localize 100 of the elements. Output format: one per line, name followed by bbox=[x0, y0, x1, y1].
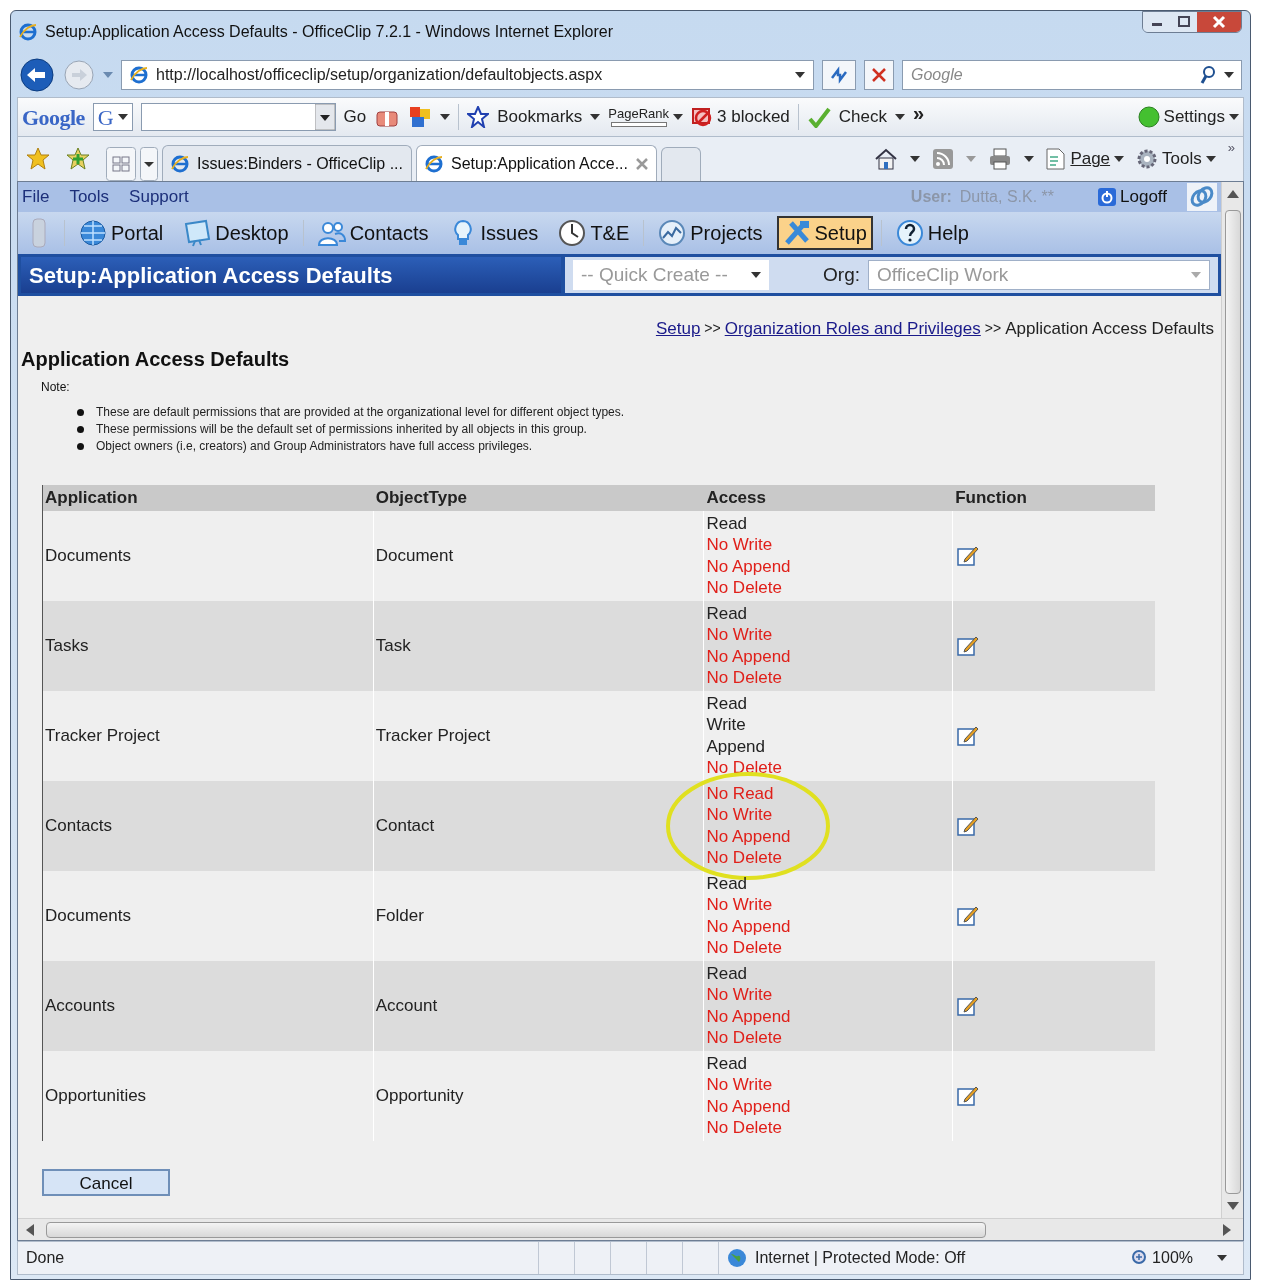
refresh-button[interactable] bbox=[822, 60, 856, 90]
nav-tab[interactable]: T&E bbox=[552, 216, 636, 250]
table-cell-text: Documents bbox=[45, 904, 131, 927]
permission-text: No Write bbox=[706, 624, 774, 646]
close-button[interactable] bbox=[1197, 12, 1241, 32]
table-cell-text: Opportunity bbox=[375, 1084, 464, 1107]
menu-item[interactable]: File bbox=[22, 184, 50, 210]
edit-icon[interactable] bbox=[957, 544, 980, 567]
nav-tab[interactable]: Setup bbox=[776, 216, 873, 250]
nav-tab[interactable]: Desktop bbox=[177, 216, 295, 250]
breadcrumb-link[interactable]: Organization Roles and Privileges bbox=[724, 316, 981, 342]
edit-icon[interactable] bbox=[957, 814, 980, 837]
permission-text: No Delete bbox=[706, 1027, 783, 1049]
caret-icon bbox=[1229, 114, 1239, 120]
edit-icon[interactable] bbox=[957, 994, 980, 1017]
caret-icon[interactable] bbox=[1217, 1255, 1227, 1261]
blocks-icon[interactable] bbox=[408, 105, 433, 129]
caret-icon[interactable] bbox=[1024, 156, 1035, 162]
permission-text: No Append bbox=[706, 1005, 792, 1027]
permission-text: Read bbox=[706, 962, 749, 984]
nav-tab[interactable]: Projects bbox=[652, 216, 769, 250]
google-menu-button[interactable]: G bbox=[92, 103, 133, 131]
add-favorite-icon[interactable] bbox=[66, 147, 90, 171]
nav-tab[interactable]: Contacts bbox=[311, 216, 435, 250]
clock-icon bbox=[558, 219, 587, 247]
print-icon[interactable] bbox=[988, 148, 1013, 170]
nav-tab[interactable]: Portal bbox=[73, 216, 170, 250]
window-title: Setup:Application Access Defaults - OfficeClip 7.2.1 - Windows Internet Explorer bbox=[45, 22, 614, 42]
tools-icon bbox=[782, 219, 811, 247]
nav-tab[interactable]: Issues bbox=[442, 216, 545, 250]
table-cell-text: Accounts bbox=[45, 994, 115, 1017]
back-button[interactable] bbox=[19, 57, 55, 93]
home-icon[interactable] bbox=[874, 148, 899, 170]
breadcrumb-link[interactable]: Setup bbox=[655, 316, 701, 342]
spell-check-button[interactable]: Check bbox=[806, 104, 905, 130]
edit-icon[interactable] bbox=[957, 904, 980, 927]
bookmarks-button[interactable]: Bookmarks bbox=[467, 104, 601, 130]
close-icon[interactable] bbox=[636, 157, 648, 170]
permission-text: Read bbox=[706, 1052, 749, 1074]
permission-text: No Write bbox=[706, 1074, 774, 1096]
menu-item[interactable]: Support bbox=[129, 184, 189, 210]
more-button[interactable]: » bbox=[913, 103, 925, 123]
search-field[interactable]: Google bbox=[902, 60, 1242, 90]
caret-icon bbox=[1205, 156, 1216, 162]
more-button[interactable]: » bbox=[1227, 138, 1235, 158]
feed-icon[interactable] bbox=[932, 148, 955, 170]
permission-text: Read bbox=[706, 692, 749, 714]
tab-list-button[interactable] bbox=[140, 147, 158, 181]
address-field[interactable]: http://localhost/officeclip/setup/organization/defaultobjects.aspx bbox=[121, 60, 814, 90]
nav-tab[interactable]: Help bbox=[889, 216, 975, 250]
table-cell-text: Tracker Project bbox=[375, 724, 491, 747]
caret-icon[interactable] bbox=[910, 156, 921, 162]
user-name: Dutta, S.K. ** bbox=[959, 187, 1055, 207]
minimize-button[interactable] bbox=[1143, 12, 1171, 32]
favorites-star-icon[interactable] bbox=[26, 147, 50, 171]
link-icon[interactable] bbox=[1187, 183, 1217, 211]
browser-tab[interactable]: Issues:Binders - OfficeClip ... bbox=[162, 145, 412, 181]
settings-button[interactable]: Settings bbox=[1137, 104, 1239, 130]
zoom-button[interactable]: 100% bbox=[1124, 1246, 1201, 1270]
scroll-left-arrow[interactable] bbox=[26, 1223, 34, 1236]
org-label: Org: bbox=[823, 262, 860, 287]
stop-button[interactable] bbox=[864, 60, 894, 90]
cancel-button[interactable]: Cancel bbox=[42, 1168, 170, 1196]
dropdown-button[interactable] bbox=[314, 104, 335, 130]
permission-text: No Append bbox=[706, 915, 792, 937]
caret-icon[interactable] bbox=[1224, 72, 1234, 78]
page-menu-button[interactable]: Page bbox=[1046, 146, 1125, 172]
tools-menu-button[interactable]: Tools bbox=[1136, 146, 1216, 172]
permission-text: Write bbox=[706, 714, 747, 736]
scroll-up-arrow[interactable] bbox=[1226, 190, 1239, 198]
table-cell-text: Tasks bbox=[45, 634, 89, 657]
toolbar-search-field[interactable] bbox=[140, 103, 336, 131]
bullet-icon bbox=[77, 442, 84, 450]
note-text: These are default permissions that are provided at the organizational level for different object types. bbox=[96, 404, 625, 421]
maximize-button[interactable] bbox=[1171, 12, 1197, 32]
permission-text: No Delete bbox=[706, 847, 783, 869]
caret-icon[interactable] bbox=[440, 114, 451, 120]
permission-text: Append bbox=[706, 735, 767, 757]
go-button[interactable]: Go bbox=[343, 104, 367, 130]
menu-item[interactable]: Tools bbox=[69, 184, 110, 210]
pagerank-button[interactable]: PageRank bbox=[608, 107, 684, 127]
permission-text: No Append bbox=[706, 825, 792, 847]
edit-icon[interactable] bbox=[957, 634, 980, 657]
page-title: Setup:Application Access Defaults bbox=[21, 257, 561, 293]
status-text: Done bbox=[25, 1248, 66, 1268]
popup-blocker-button[interactable]: 3 blocked bbox=[691, 104, 790, 130]
breadcrumb-separator: >> bbox=[704, 319, 721, 339]
permission-text: No Write bbox=[706, 534, 774, 556]
caret-icon[interactable] bbox=[795, 72, 805, 78]
browser-tab[interactable]: Setup:Application Acce... bbox=[416, 145, 657, 181]
scroll-down-arrow[interactable] bbox=[1226, 1202, 1239, 1210]
logoff-button[interactable]: Logoff bbox=[1098, 184, 1167, 210]
column-header: Function bbox=[954, 486, 1028, 509]
search-icon[interactable] bbox=[1200, 66, 1216, 84]
edit-icon[interactable] bbox=[957, 724, 980, 747]
permission-text: No Delete bbox=[706, 937, 783, 959]
star-icon bbox=[467, 106, 490, 128]
scroll-right-arrow[interactable] bbox=[1223, 1223, 1231, 1236]
edit-icon[interactable] bbox=[957, 1084, 980, 1107]
permission-text: No Append bbox=[706, 1095, 792, 1117]
